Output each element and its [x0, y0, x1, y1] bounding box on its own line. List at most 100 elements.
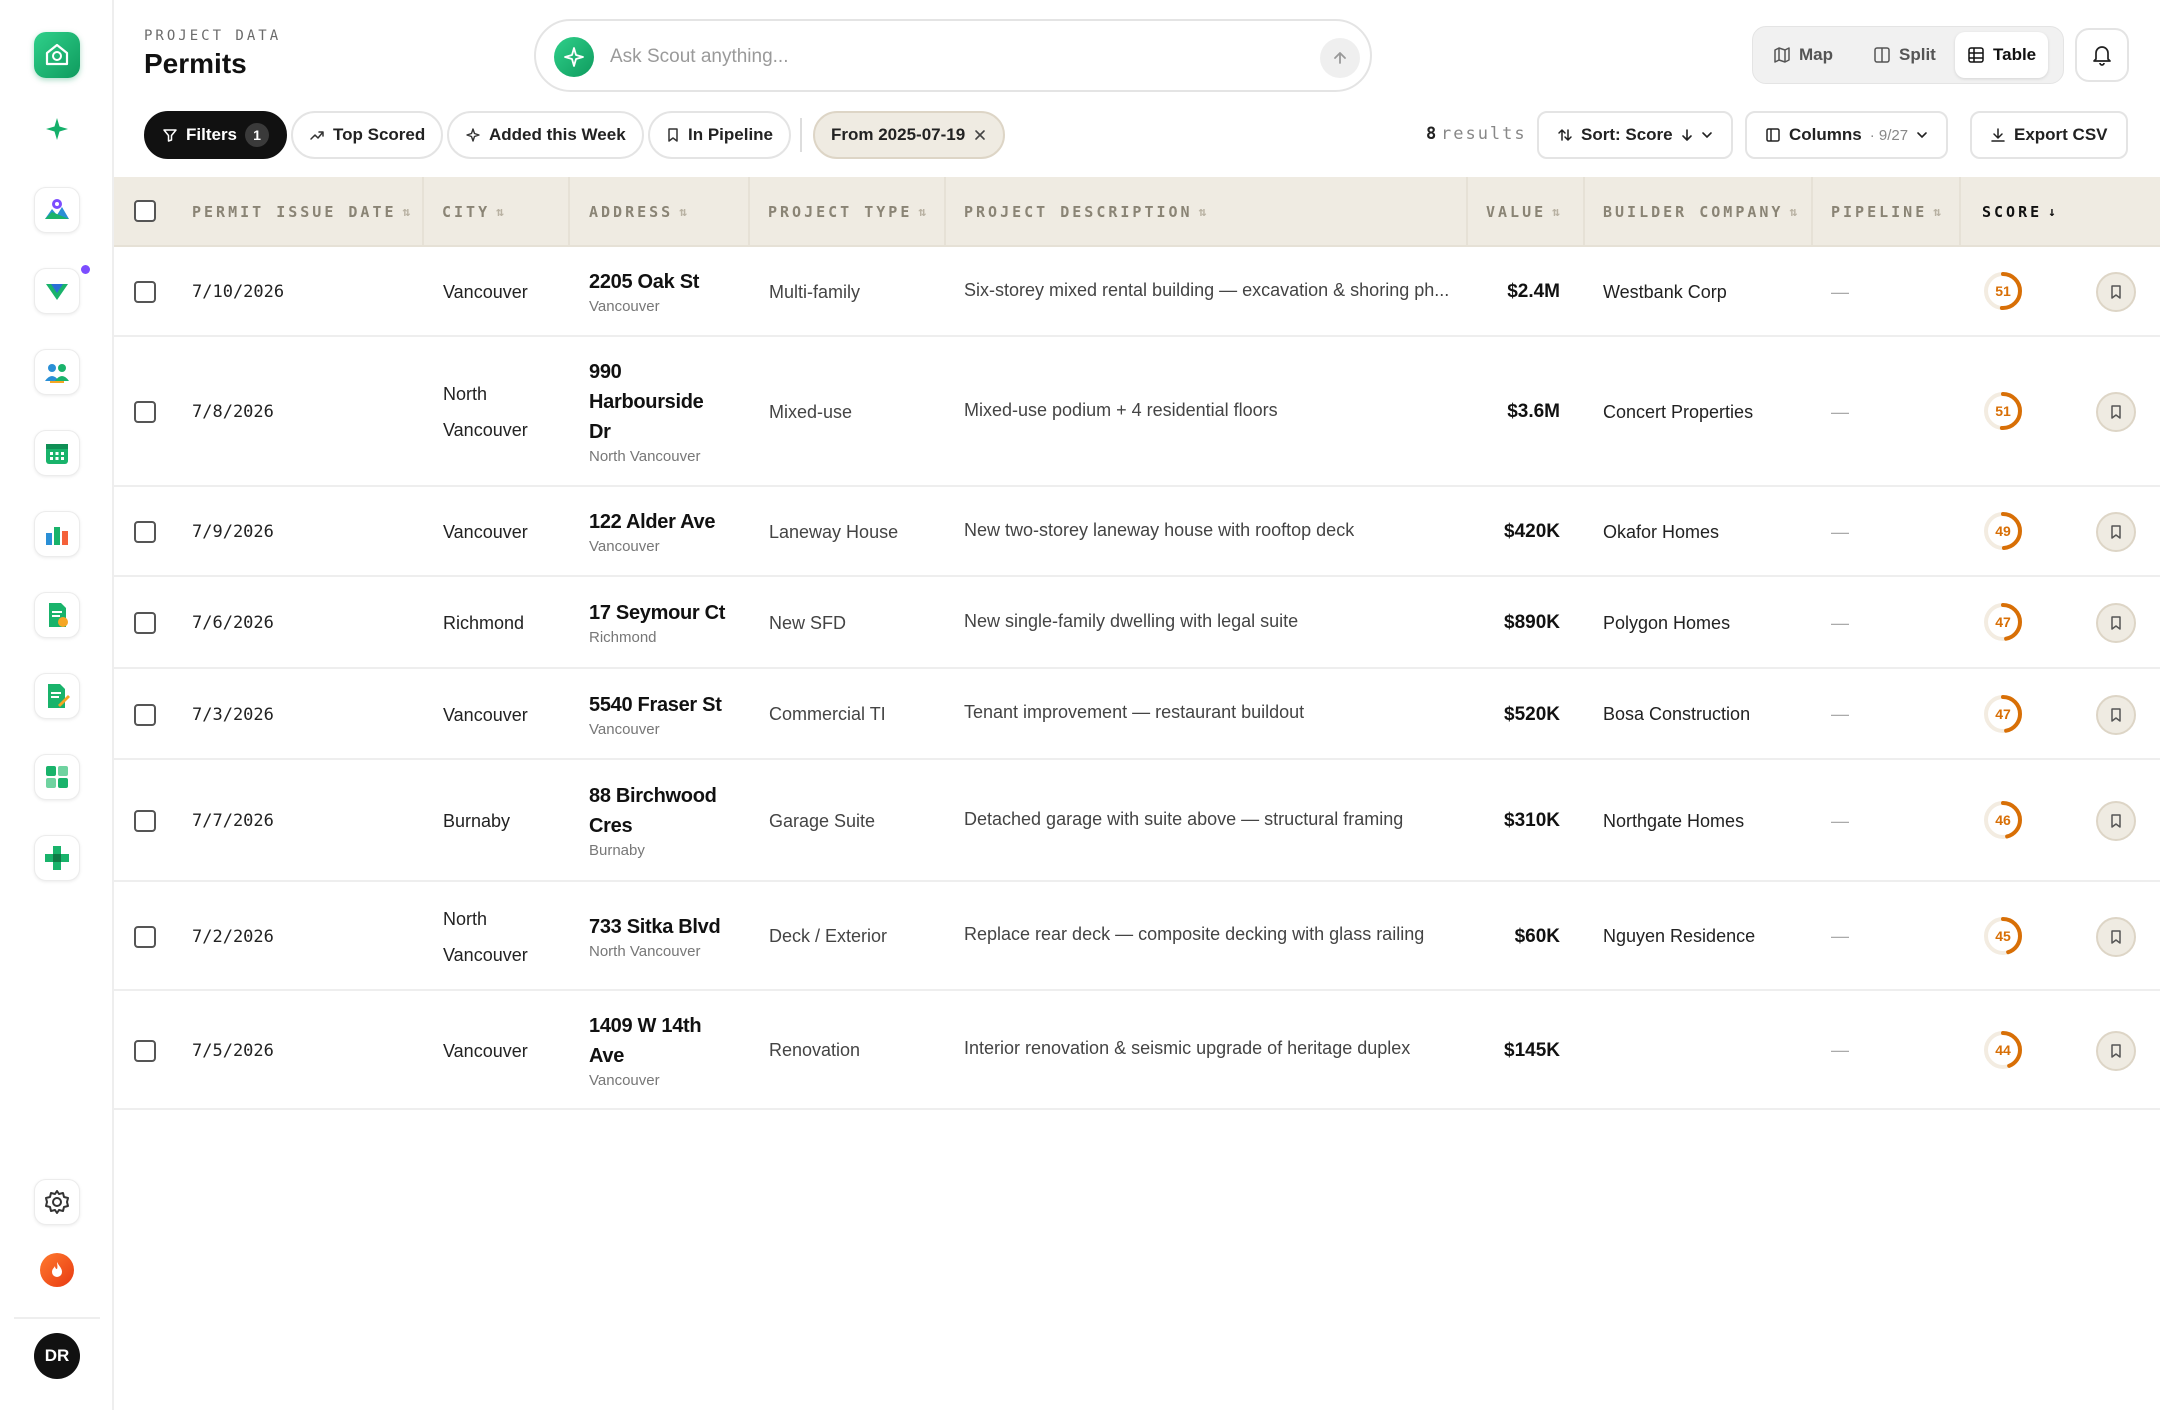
project-value: $420K — [1466, 487, 1560, 577]
bookmark-button[interactable] — [2096, 392, 2136, 432]
sparkle-icon — [466, 128, 480, 142]
table-row[interactable]: 7/10/2026 Vancouver 2205 Oak St Vancouver Mu… — [114, 247, 2160, 337]
send-arrow-up-icon[interactable] — [1320, 38, 1360, 78]
notifications-bell-icon[interactable] — [2075, 28, 2129, 82]
user-avatar[interactable]: DR — [34, 1333, 80, 1379]
export-csv-button[interactable]: Export CSV — [1970, 111, 2128, 159]
funnel-icon[interactable] — [34, 268, 80, 314]
bookmark-button[interactable] — [2096, 272, 2136, 312]
address-line: 17 Seymour Ct — [589, 602, 726, 624]
row-checkbox[interactable] — [134, 703, 156, 726]
address-cell[interactable]: 2205 Oak St Vancouver — [589, 247, 699, 337]
column-header-address[interactable]: ADDRESS ⇅ — [589, 177, 687, 247]
view-split-button[interactable]: Split — [1861, 32, 1948, 78]
view-map-label: Map — [1799, 45, 1833, 64]
view-split-label: Split — [1899, 45, 1936, 64]
address-cell[interactable]: 17 Seymour Ct Richmond — [589, 577, 725, 669]
column-header-type[interactable]: PROJECT TYPE ⇅ — [768, 177, 926, 247]
table-row[interactable]: 7/8/2026 North Vancouver 990 Harbourside Dr No… — [114, 337, 2160, 487]
project-value: $890K — [1466, 577, 1560, 669]
column-header-city[interactable]: CITY ⇅ — [442, 177, 504, 247]
sparkle-ai-icon[interactable] — [34, 106, 80, 152]
date-filter-chip[interactable]: From 2025-07-19 — [813, 111, 1006, 159]
table-row[interactable]: 7/3/2026 Vancouver 5540 Fraser St Vancouver… — [114, 669, 2160, 760]
people-icon[interactable] — [34, 349, 80, 395]
score-value: 51 — [1995, 403, 2011, 419]
bar-chart-icon[interactable] — [34, 511, 80, 557]
project-value: $3.6M — [1466, 337, 1560, 487]
close-icon[interactable] — [973, 128, 987, 142]
address-cell[interactable]: 1409 W 14th Ave Vancouver — [589, 991, 702, 1110]
column-header-description[interactable]: PROJECT DESCRIPTION ⇅ — [964, 177, 1206, 247]
scout-sparkle-icon — [554, 37, 594, 77]
arrow-down-icon — [1681, 129, 1692, 141]
sort-button[interactable]: Sort: Score — [1537, 111, 1733, 159]
bookmark-button[interactable] — [2096, 916, 2136, 957]
bookmark-button[interactable] — [2096, 801, 2136, 841]
column-header-builder[interactable]: BUILDER COMPANY ⇅ — [1603, 177, 1797, 247]
bookmark-button[interactable] — [2096, 512, 2136, 552]
project-value: $520K — [1466, 669, 1560, 760]
row-checkbox[interactable] — [134, 281, 156, 303]
column-header-date[interactable]: PERMIT ISSUE DATE ⇅ — [192, 177, 410, 247]
table-row[interactable]: 7/2/2026 North Vancouver 733 Sitka Blvd Nort… — [114, 882, 2160, 991]
home-logo-icon[interactable] — [34, 32, 80, 78]
score-ring: 47 — [1982, 601, 2024, 643]
column-header-score[interactable]: SCORE ↓ — [1982, 177, 2056, 247]
row-checkbox[interactable] — [134, 1039, 156, 1062]
builder-company-text: Nguyen Residence — [1603, 926, 1756, 946]
column-header-pipeline[interactable]: PIPELINE ⇅ — [1831, 177, 1941, 247]
row-checkbox[interactable] — [134, 810, 156, 832]
project-value: $145K — [1466, 991, 1560, 1110]
filters-button[interactable]: Filters 1 — [144, 111, 288, 159]
row-checkbox[interactable] — [134, 521, 156, 543]
pipeline-cell: — — [1831, 487, 1849, 577]
column-header-value[interactable]: VALUE ⇅ — [1486, 177, 1560, 247]
filters-count-badge: 1 — [245, 123, 270, 147]
permit-issue-date-text: 7/8/2026 — [192, 402, 274, 422]
apps-grid-icon[interactable] — [34, 754, 80, 800]
project-description-text: Replace rear deck — composite decking wi… — [964, 924, 1425, 944]
table-row[interactable]: 7/5/2026 Vancouver 1409 W 14th Ave Vancouver… — [114, 991, 2160, 1110]
columns-button[interactable]: Columns · 9/27 — [1745, 111, 1949, 159]
invoice-icon[interactable] — [34, 592, 80, 638]
settings-gear-icon[interactable] — [34, 1179, 80, 1225]
row-checkbox[interactable] — [134, 612, 156, 634]
address-cell[interactable]: 990 Harbourside Dr North Vancouver — [589, 337, 704, 487]
streak-fire-icon[interactable] — [40, 1253, 74, 1287]
scout-search-input[interactable] — [610, 39, 1270, 75]
filters-label: Filters — [186, 125, 238, 144]
project-value-text: $145K — [1504, 1039, 1560, 1061]
in-pipeline-filter[interactable]: In Pipeline — [648, 111, 792, 159]
columns-label: Columns — [1789, 125, 1862, 144]
puzzle-icon[interactable] — [34, 835, 80, 881]
bookmark-button[interactable] — [2096, 694, 2136, 735]
table-row[interactable]: 7/6/2026 Richmond 17 Seymour Ct Richmond New… — [114, 577, 2160, 669]
project-value: $60K — [1466, 882, 1560, 991]
map-pin-icon[interactable] — [34, 187, 80, 233]
document-edit-icon[interactable] — [34, 673, 80, 719]
view-table-button[interactable]: Table — [1955, 32, 2049, 78]
row-checkbox[interactable] — [134, 925, 156, 948]
added-this-week-filter[interactable]: Added this Week — [447, 111, 644, 159]
address-cell[interactable]: 5540 Fraser St Vancouver — [589, 669, 722, 760]
city-text: Vancouver — [443, 420, 528, 440]
city-text: North — [443, 908, 488, 929]
bookmark-button[interactable] — [2096, 603, 2136, 643]
calendar-icon[interactable] — [34, 430, 80, 476]
select-all-checkbox[interactable] — [134, 200, 156, 222]
project-type-text: Laneway House — [769, 521, 899, 542]
address-cell[interactable]: 88 Birchwood Cres Burnaby — [589, 760, 717, 882]
view-map-button[interactable]: Map — [1761, 32, 1845, 78]
address-cell[interactable]: 733 Sitka Blvd North Vancouver — [589, 882, 721, 991]
project-description: Interior renovation & seismic upgrade of… — [964, 991, 1456, 1106]
row-checkbox[interactable] — [134, 401, 156, 423]
columns-count: · 9/27 — [1869, 126, 1909, 144]
table-row[interactable]: 7/9/2026 Vancouver 122 Alder Ave Vancouver L… — [114, 487, 2160, 577]
table-row[interactable]: 7/7/2026 Burnaby 88 Birchwood Cres Burnaby Ga… — [114, 760, 2160, 882]
column-divider — [748, 177, 750, 247]
address-cell[interactable]: 122 Alder Ave Vancouver — [589, 487, 715, 577]
top-scored-filter[interactable]: Top Scored — [291, 111, 444, 159]
bookmark-button[interactable] — [2096, 1030, 2136, 1071]
permit-issue-date-text: 7/2/2026 — [192, 926, 274, 947]
